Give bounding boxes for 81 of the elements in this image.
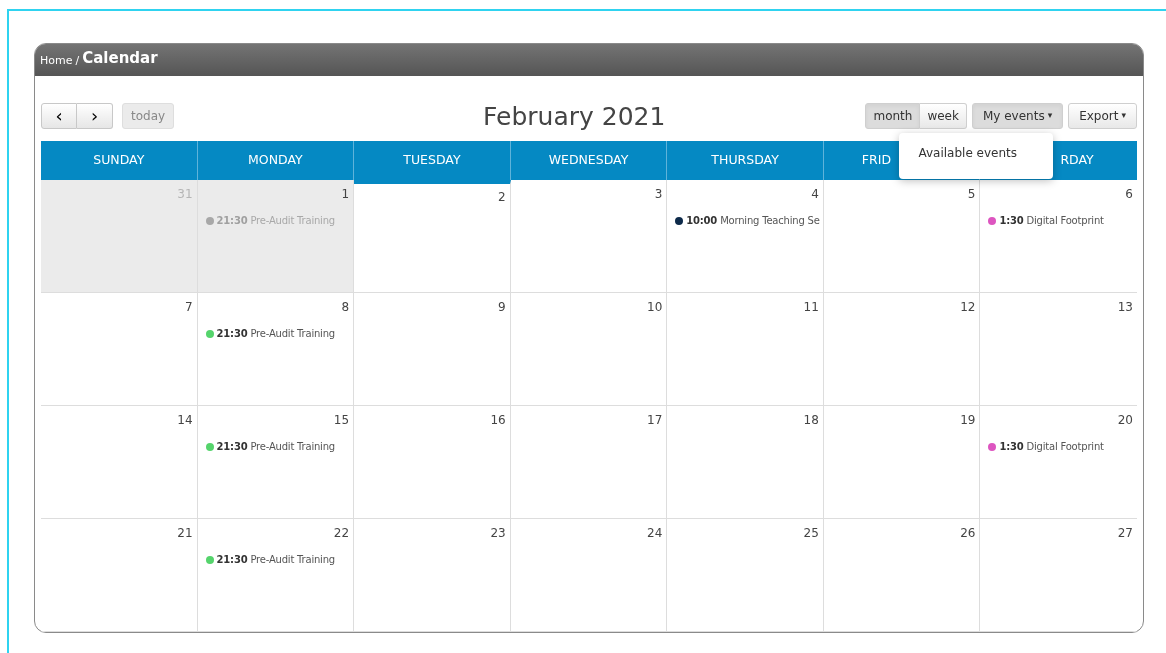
day-cell[interactable]: 11	[667, 293, 824, 406]
event-time: 10:00	[686, 214, 718, 228]
event-title[interactable]: Pre-Audit Training	[250, 326, 335, 341]
event-title[interactable]: Pre-Audit Training	[250, 439, 335, 454]
day-cell[interactable]: 7	[41, 293, 198, 406]
day-number: 13	[1117, 299, 1133, 316]
day-cell[interactable]: 24	[510, 519, 668, 632]
day-number: 21	[177, 525, 193, 542]
event-title[interactable]: Digital Footprint	[1026, 213, 1104, 228]
day-cell[interactable]: 19	[823, 406, 981, 519]
dropdown-button[interactable]: Export ▾	[1068, 103, 1137, 129]
day-cell[interactable]: 1 21:30 Pre-Audit Training	[197, 180, 355, 293]
weekday-header: MONDAY	[248, 151, 303, 170]
month-title: February 2021	[483, 103, 666, 129]
day-number: 14	[177, 412, 193, 429]
day-cell[interactable]: 18	[667, 406, 824, 519]
day-number: 17	[647, 412, 663, 429]
event-time: 1:30	[999, 214, 1024, 228]
event-title[interactable]: Morning Teaching Se	[720, 213, 820, 228]
event-time: 21:30	[216, 553, 248, 567]
event-title[interactable]: Digital Footprint	[1026, 439, 1104, 454]
dropdown-button[interactable]: My events ▾	[971, 103, 1064, 129]
view-toggle[interactable]: month	[865, 103, 921, 129]
weekday-header: RDAY	[1060, 151, 1094, 170]
day-number: 22	[333, 525, 350, 542]
day-number: 8	[341, 299, 350, 316]
day-cell[interactable]: 26	[823, 519, 981, 632]
day-cell[interactable]: 15 21:30 Pre-Audit Training	[197, 406, 355, 519]
weekday-header: TUESDAY	[403, 151, 461, 170]
day-number: 4	[811, 186, 819, 203]
day-number: 11	[803, 299, 819, 316]
day-cell[interactable]: 14	[41, 406, 198, 519]
day-number: 10	[647, 299, 663, 316]
day-cell[interactable]: 4 10:00 Morning Teaching Se	[667, 180, 824, 293]
day-cell[interactable]: 8 21:30 Pre-Audit Training	[197, 293, 355, 406]
day-cell[interactable]: 10	[510, 293, 668, 406]
breadcrumb-separator: /	[75, 55, 80, 66]
page-title: Calendar	[82, 51, 158, 66]
day-number: 25	[803, 525, 819, 542]
day-number: 12	[960, 299, 976, 316]
weekday-header: WEDNESDAY	[548, 151, 629, 170]
previous-button[interactable]: ‹	[41, 103, 77, 129]
day-number: 18	[803, 412, 819, 429]
day-number: 26	[960, 525, 976, 542]
day-cell[interactable]: 5	[823, 180, 981, 293]
day-number: 2	[498, 189, 506, 206]
day-number: 3	[654, 186, 663, 203]
day-number: 27	[1117, 525, 1133, 542]
day-cell[interactable]: 22 21:30 Pre-Audit Training	[197, 519, 355, 632]
breadcrumb-home[interactable]: Home	[40, 55, 73, 66]
day-cell[interactable]: 9	[354, 293, 511, 406]
view-toggle[interactable]: week	[920, 103, 967, 129]
day-cell[interactable]: 16	[354, 406, 511, 519]
day-number: 24	[647, 525, 663, 542]
day-number: 6	[1125, 186, 1133, 203]
day-number: 16	[490, 412, 506, 429]
day-number: 19	[960, 412, 976, 429]
day-cell[interactable]: 12	[823, 293, 981, 406]
day-number: 7	[184, 299, 193, 316]
day-cell[interactable]: 23	[354, 519, 511, 632]
event-time: 1:30	[999, 440, 1024, 454]
day-number: 5	[967, 186, 976, 203]
day-cell[interactable]: 21	[41, 519, 198, 632]
day-cell[interactable]: 17	[510, 406, 668, 519]
day-cell[interactable]: 3	[510, 180, 668, 293]
day-cell[interactable]: 25	[667, 519, 824, 632]
weekday-header: THURSDAY	[711, 151, 779, 170]
event-time: 21:30	[216, 327, 248, 341]
dropdown-item[interactable]: Available events	[918, 147, 1054, 159]
weekday-header: SUNDAY	[93, 151, 145, 170]
day-cell[interactable]: 2	[354, 180, 511, 293]
event-title[interactable]: Pre-Audit Training	[250, 552, 335, 567]
next-button[interactable]: ›	[77, 103, 113, 129]
day-number: 1	[341, 186, 350, 203]
event-time: 21:30	[216, 214, 248, 228]
day-number: 15	[333, 412, 350, 429]
day-number: 20	[1117, 412, 1133, 429]
event-time: 21:30	[216, 440, 248, 454]
day-number: 23	[490, 525, 506, 542]
weekday-header: FRID	[861, 151, 892, 170]
day-number: 9	[498, 299, 506, 316]
